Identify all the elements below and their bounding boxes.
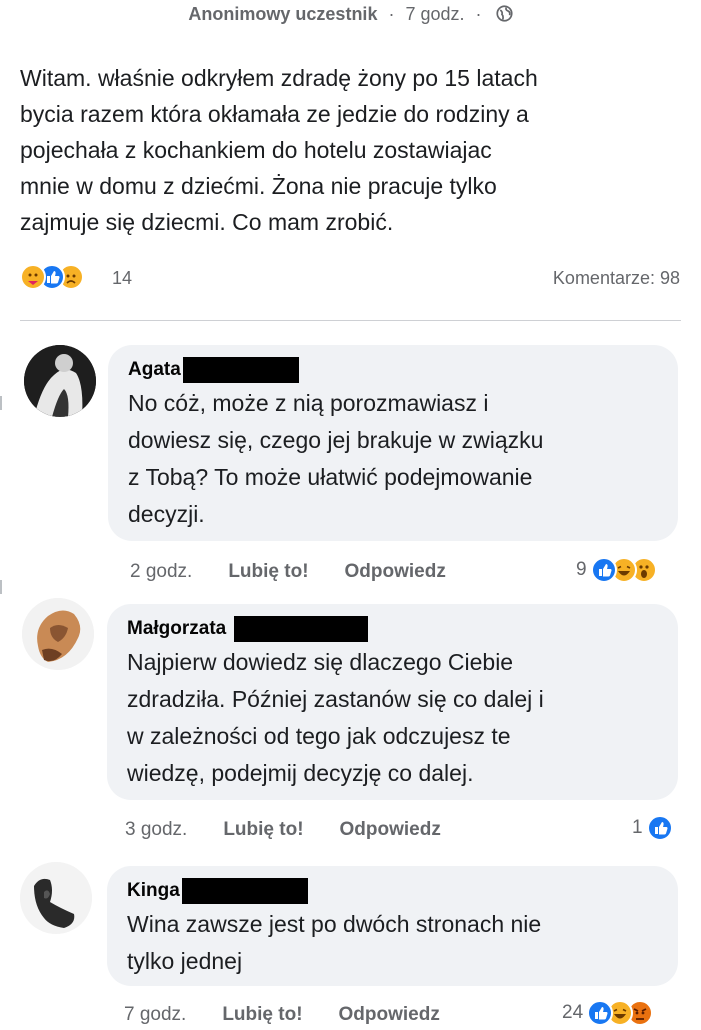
comment-reaction-count: 1 — [632, 817, 643, 838]
separator: · — [388, 4, 395, 24]
reply-button[interactable]: Odpowiedz — [339, 1004, 440, 1026]
comment-time[interactable]: 7 godz. — [124, 1004, 186, 1026]
comment-bubble: Małgorzata Najpierw dowiedz się dlaczego… — [107, 604, 678, 800]
comment-time[interactable]: 3 godz. — [125, 819, 187, 841]
comment-author[interactable]: Agata — [128, 357, 660, 383]
redaction-bar — [181, 878, 308, 904]
like-button[interactable]: Lubię to! — [223, 819, 303, 841]
avatar[interactable] — [22, 598, 94, 670]
comment-text: Najpierw dowiedz się dlaczego Ciebie zdr… — [127, 649, 544, 786]
avatar[interactable] — [24, 345, 96, 417]
like-icon — [587, 1000, 614, 1026]
post-reaction-count[interactable]: 14 — [112, 268, 132, 289]
comment-reactions[interactable]: 1 — [632, 815, 673, 841]
care-icon — [20, 264, 46, 290]
divider — [20, 320, 681, 321]
redaction-bar — [234, 616, 369, 642]
comment-text: No cóż, może z nią porozmawiasz i dowies… — [128, 390, 544, 527]
comment-actions: 2 godz. Lubię to! Odpowiedz — [130, 561, 446, 583]
post-reactions-row: 14 Komentarze: 98 — [20, 264, 680, 294]
separator: · — [475, 4, 482, 24]
comment-text: Wina zawsze jest po dwóch stronach nie t… — [127, 911, 542, 974]
comment-author[interactable]: Małgorzata — [127, 616, 660, 642]
post-body: Witam. właśnie odkryłem zdradę żony po 1… — [20, 65, 538, 235]
reply-button[interactable]: Odpowiedz — [340, 819, 441, 841]
comment-author-name[interactable]: Agata — [128, 359, 181, 381]
post-author[interactable]: Anonimowy uczestnik — [188, 4, 377, 24]
comment-reaction-count: 9 — [576, 559, 587, 580]
comment-time[interactable]: 2 godz. — [130, 561, 192, 583]
thread-line — [0, 396, 2, 410]
thread-line — [0, 580, 2, 594]
avatar[interactable] — [20, 862, 92, 934]
comment-author-name[interactable]: Kinga — [127, 880, 180, 902]
comment-author-name[interactable]: Małgorzata — [127, 618, 226, 640]
globe-icon — [495, 5, 513, 22]
like-button[interactable]: Lubię to! — [222, 1004, 302, 1026]
comment-bubble: Kinga Wina zawsze jest po dwóch stronach… — [107, 866, 678, 986]
post-time[interactable]: 7 godz. — [405, 4, 464, 24]
comment-reactions[interactable]: 9 — [576, 557, 657, 583]
like-icon — [646, 815, 673, 841]
like-button[interactable]: Lubię to! — [228, 561, 308, 583]
reply-button[interactable]: Odpowiedz — [345, 561, 446, 583]
redaction-bar — [182, 357, 299, 383]
post-reaction-icons[interactable] — [20, 264, 84, 290]
comment-actions: 7 godz. Lubię to! Odpowiedz — [124, 1004, 440, 1026]
comment-actions: 3 godz. Lubię to! Odpowiedz — [125, 819, 441, 841]
comment-bubble: Agata No cóż, może z nią porozmawiasz i … — [108, 345, 678, 541]
comment-author[interactable]: Kinga — [127, 878, 660, 904]
post-comments-count[interactable]: Komentarze: 98 — [553, 268, 680, 289]
comment-reactions[interactable]: 24 — [562, 1000, 654, 1026]
like-icon — [590, 557, 617, 583]
post-header: Anonimowy uczestnik · 7 godz. · — [0, 4, 701, 25]
comment-reaction-count: 24 — [562, 1002, 584, 1023]
